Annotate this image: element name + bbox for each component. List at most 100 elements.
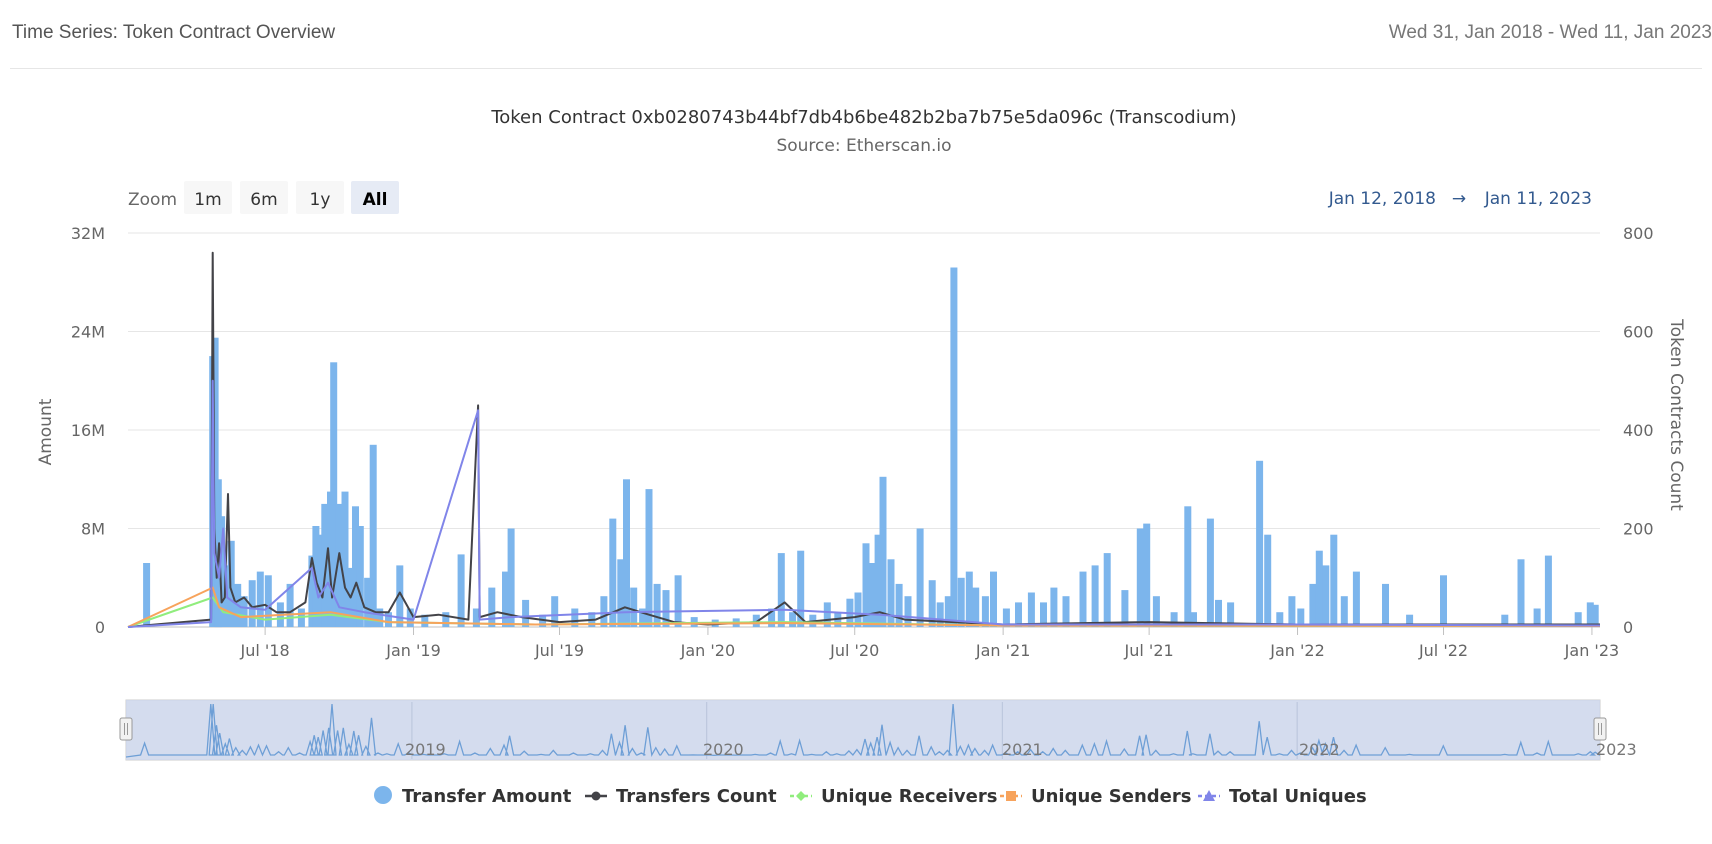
- bar-transfer-amount[interactable]: [1315, 550, 1323, 627]
- range-selector: Jan 12, 2018 → Jan 11, 2023: [1328, 189, 1592, 209]
- zoom-button-1m[interactable]: 1m: [184, 181, 232, 214]
- y-right-tick-label: 400: [1623, 421, 1654, 440]
- bar-transfer-amount[interactable]: [623, 479, 630, 628]
- legend-item-transfer-amount[interactable]: Transfer Amount: [374, 786, 572, 807]
- navigator-year-label: 2022: [1299, 740, 1340, 759]
- legend-item-unique-receivers[interactable]: Unique Receivers: [790, 786, 997, 807]
- bar-transfer-amount[interactable]: [972, 587, 980, 627]
- bar-transfer-amount[interactable]: [653, 583, 661, 627]
- svg-text:1m: 1m: [194, 190, 221, 210]
- bar-transfer-amount[interactable]: [1103, 553, 1111, 627]
- bar-transfer-amount[interactable]: [1256, 460, 1264, 627]
- bar-transfer-amount[interactable]: [895, 583, 903, 627]
- x-tick-label: Jul '22: [1418, 641, 1468, 660]
- zoom-button-6m[interactable]: 6m: [240, 181, 288, 214]
- bar-transfer-amount[interactable]: [1143, 523, 1151, 627]
- bar-transfer-amount[interactable]: [674, 575, 682, 627]
- bar-transfer-amount[interactable]: [1136, 528, 1144, 628]
- bar-transfer-amount[interactable]: [1544, 555, 1552, 627]
- y-left-tick-label: 32M: [71, 224, 105, 243]
- navigator-year-label: 2019: [405, 740, 446, 759]
- bar-transfer-amount[interactable]: [385, 612, 392, 627]
- bar-transfer-amount[interactable]: [936, 602, 944, 627]
- bar-transfer-amount[interactable]: [777, 553, 785, 627]
- zoom-button-all[interactable]: All: [351, 181, 399, 214]
- transfer-amount-series: [143, 267, 1599, 628]
- x-tick-label: Jan '21: [975, 641, 1031, 660]
- bar-transfer-amount[interactable]: [442, 612, 450, 627]
- bar-transfer-amount[interactable]: [1027, 592, 1035, 628]
- chart-subtitle: Source: Etherscan.io: [776, 136, 951, 156]
- bar-transfer-amount[interactable]: [1184, 506, 1192, 627]
- bar-transfer-amount[interactable]: [1382, 583, 1389, 627]
- x-tick-label: Jul '18: [240, 641, 290, 660]
- bar-transfer-amount[interactable]: [1330, 534, 1338, 627]
- bar-transfer-amount[interactable]: [369, 444, 377, 627]
- y-axis-right: 0 200 400 600 800: [1623, 224, 1654, 637]
- svg-text:Total Uniques: Total Uniques: [1229, 786, 1367, 807]
- navigator-year-label: 2021: [1002, 740, 1043, 759]
- legend-item-unique-senders[interactable]: Unique Senders: [1000, 786, 1191, 807]
- navigator[interactable]: 2019 2020 2021 2022 2023: [119, 699, 1637, 761]
- bar-transfer-amount[interactable]: [457, 554, 465, 627]
- y-right-tick-label: 600: [1623, 323, 1654, 342]
- bar-transfer-amount[interactable]: [965, 571, 973, 627]
- y-axis-left: 0 8M 16M 24M 32M: [71, 224, 105, 637]
- bar-transfer-amount[interactable]: [789, 612, 797, 627]
- bar-transfer-amount[interactable]: [630, 587, 638, 627]
- x-tick-label: Jan '20: [680, 641, 736, 660]
- y-left-tick-label: 8M: [81, 520, 105, 539]
- bar-transfer-amount[interactable]: [1322, 565, 1330, 627]
- y-left-tick-label: 16M: [71, 421, 105, 440]
- bar-transfer-amount[interactable]: [1309, 583, 1317, 627]
- bar-transfer-amount[interactable]: [1079, 571, 1087, 627]
- y-axis-left-title: Amount: [36, 398, 56, 465]
- svg-text:Unique Receivers: Unique Receivers: [821, 786, 997, 807]
- bar-transfer-amount[interactable]: [488, 587, 496, 627]
- range-to[interactable]: Jan 11, 2023: [1484, 189, 1592, 209]
- square-marker-icon: [1006, 791, 1016, 801]
- bar-transfer-amount[interactable]: [1206, 518, 1214, 627]
- bar-transfer-amount[interactable]: [1062, 596, 1070, 627]
- y-right-tick-label: 800: [1623, 224, 1654, 243]
- bar-transfer-amount[interactable]: [1288, 596, 1296, 627]
- bar-transfer-amount[interactable]: [1440, 575, 1447, 627]
- svg-text:Unique Senders: Unique Senders: [1031, 786, 1191, 807]
- bar-transfer-amount[interactable]: [1264, 534, 1272, 627]
- bar-transfer-amount[interactable]: [522, 599, 530, 627]
- bar-transfer-amount[interactable]: [916, 528, 924, 628]
- svg-text:Transfers Count: Transfers Count: [616, 786, 777, 807]
- range-from[interactable]: Jan 12, 2018: [1328, 189, 1436, 209]
- bar-transfer-amount[interactable]: [879, 476, 887, 627]
- x-tick-label: Jan '23: [1564, 641, 1620, 660]
- x-tick-label: Jul '19: [534, 641, 584, 660]
- navigator-handle-right[interactable]: [1593, 717, 1607, 741]
- bar-transfer-amount[interactable]: [600, 596, 608, 627]
- legend-item-total-uniques[interactable]: Total Uniques: [1198, 786, 1367, 807]
- bar-transfer-amount[interactable]: [854, 592, 862, 628]
- bar-transfer-amount[interactable]: [904, 596, 912, 627]
- diamond-marker-icon: [796, 791, 806, 801]
- bar-transfer-amount[interactable]: [1340, 596, 1348, 627]
- bar-transfer-amount[interactable]: [990, 571, 997, 627]
- bar-transfer-amount[interactable]: [957, 577, 965, 628]
- navigator-handle-left[interactable]: [119, 717, 133, 741]
- zoom-button-1y[interactable]: 1y: [296, 181, 344, 214]
- bar-transfer-amount[interactable]: [507, 528, 515, 628]
- y-right-tick-label: 0: [1623, 618, 1633, 637]
- x-tick-label: Jul '20: [829, 641, 879, 660]
- x-tick-label: Jul '21: [1124, 641, 1174, 660]
- y-axis-right-title: Token Contracts Count: [1666, 318, 1686, 511]
- circle-marker-icon: [374, 786, 392, 804]
- legend-item-transfers-count[interactable]: Transfers Count: [585, 786, 777, 807]
- bar-transfer-amount[interactable]: [1050, 587, 1058, 627]
- y-right-tick-label: 200: [1623, 520, 1654, 539]
- bar-transfer-amount[interactable]: [1517, 559, 1525, 627]
- bar-transfer-amount[interactable]: [1091, 565, 1099, 627]
- x-tick-label: Jan '19: [385, 641, 441, 660]
- bar-transfer-amount[interactable]: [645, 489, 653, 627]
- bar-transfer-amount[interactable]: [950, 267, 958, 628]
- bar-transfer-amount[interactable]: [1352, 571, 1360, 627]
- navigator-year-label: 2020: [703, 740, 744, 759]
- bar-transfer-amount[interactable]: [868, 563, 876, 627]
